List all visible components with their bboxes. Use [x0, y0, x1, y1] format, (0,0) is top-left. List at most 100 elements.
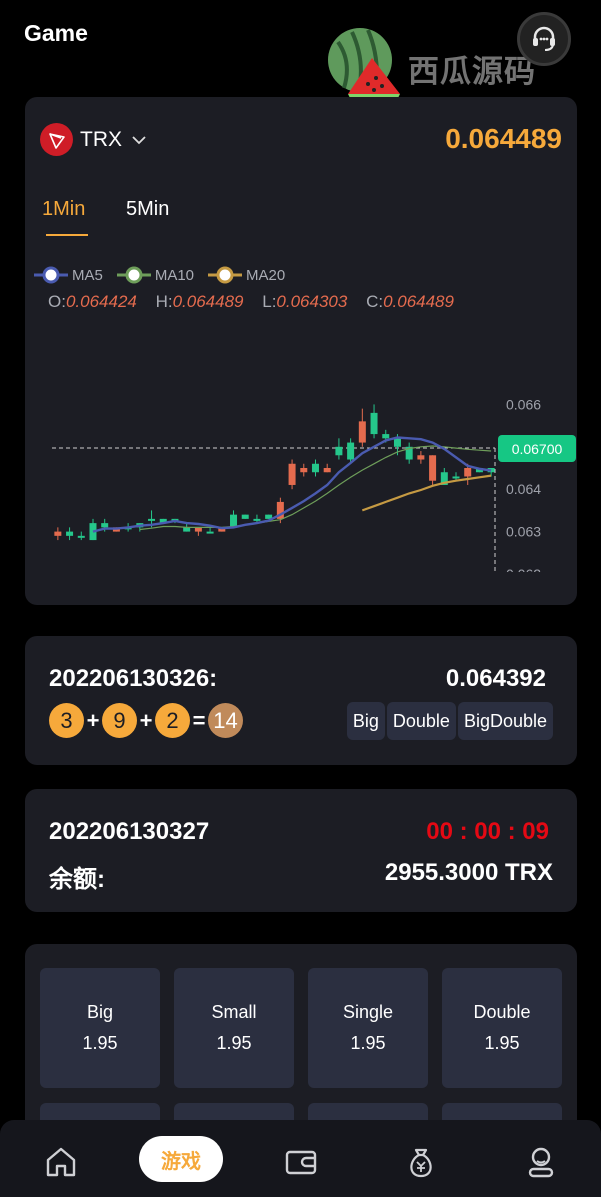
bet-option-small[interactable]: Small 1.95	[174, 968, 294, 1088]
last-result-card: 202206130326: 0.064392 3 + 9 + 2 = 14 Bi…	[25, 636, 577, 765]
last-issue-number: 202206130326:	[49, 665, 218, 692]
coin-name: TRX	[80, 127, 122, 151]
ohlc-close-label: C:	[366, 292, 384, 311]
chevron-down-icon	[132, 135, 146, 144]
legend-label: MA5	[72, 266, 103, 284]
ohlc-low-label: L:	[262, 292, 277, 311]
legend-ma20: MA20	[208, 265, 285, 285]
ma10-marker-icon	[116, 266, 151, 284]
watermelon-icon	[328, 28, 400, 98]
active-tab-indicator	[46, 234, 88, 236]
headset-icon	[533, 26, 555, 51]
candle-body	[77, 535, 85, 538]
nav-game[interactable]: 游戏	[139, 1136, 223, 1182]
result-tag: Big	[346, 702, 385, 740]
bet-option-single[interactable]: Single 1.95	[308, 968, 428, 1088]
equals-sign: =	[192, 707, 206, 733]
current-issue-number: 202206130327	[49, 818, 210, 845]
ohlc-readout: O:0.064424 H:0.064489 L:0.064303 C:0.064…	[48, 292, 454, 312]
ma-legend: MA5 MA10 MA20	[34, 265, 299, 285]
y-tick-label: 0.062	[506, 566, 541, 572]
result-ball: 3	[49, 703, 84, 738]
ohlc-open-label: O:	[48, 292, 66, 311]
bet-option-name: Double	[473, 1002, 531, 1022]
candle-body	[393, 438, 401, 447]
nav-wallet[interactable]	[281, 1142, 321, 1182]
nav-finance[interactable]	[401, 1142, 441, 1182]
current-price: 0.064489	[445, 123, 562, 154]
legend-ma10: MA10	[116, 265, 195, 285]
candle-body	[311, 463, 319, 473]
balance-label: 余额:	[49, 866, 105, 893]
candle-body	[347, 442, 355, 460]
money-bag-icon	[410, 1148, 432, 1178]
bet-option-odds: 1.95	[216, 1033, 252, 1053]
ohlc-high: 0.064489	[172, 292, 244, 311]
tab-1min[interactable]: 1Min	[42, 198, 85, 221]
result-sum: 14	[208, 703, 243, 738]
chart-card: TRX 0.064489 1Min 5Min MA5 MA10 MA20 O:0…	[25, 97, 577, 605]
bottom-nav: 游戏	[0, 1120, 601, 1197]
legend-ma5: MA5	[34, 265, 103, 285]
candle-body	[417, 455, 425, 460]
watermark-text: 西瓜源码	[408, 54, 536, 90]
nav-home[interactable]	[41, 1142, 81, 1182]
candle-body	[382, 434, 390, 439]
tab-5min[interactable]: 5Min	[126, 198, 169, 221]
bet-option-odds: 1.95	[350, 1033, 386, 1053]
nav-profile[interactable]	[521, 1142, 561, 1182]
candle-body	[464, 468, 472, 477]
legend-label: MA10	[154, 266, 195, 284]
y-tick-label: 0.066	[506, 396, 541, 412]
candle-body	[335, 446, 343, 456]
result-balls: 3 + 9 + 2 = 14	[49, 703, 243, 738]
candle-body	[429, 455, 437, 481]
ohlc-open: 0.064424	[65, 292, 137, 311]
legend-label: MA20	[246, 266, 286, 284]
candle-body	[241, 514, 249, 519]
candle-body	[323, 468, 331, 473]
candle-body	[452, 476, 460, 479]
ohlc-close: 0.064489	[383, 292, 454, 311]
coin-selector[interactable]: TRX	[40, 123, 147, 156]
last-result-price: 0.064392	[445, 665, 546, 692]
bet-option-odds: 1.95	[484, 1033, 520, 1053]
balance-value: 2955.3000 TRX	[384, 859, 553, 886]
candle-body	[253, 518, 261, 521]
y-tick-label: 0.063	[506, 524, 541, 540]
ohlc-high-label: H:	[155, 292, 173, 311]
candle-body	[288, 463, 296, 485]
result-ball: 2	[155, 703, 190, 738]
y-tick-label: 0.064	[506, 481, 541, 497]
current-issue-card: 202206130327 00 : 00 : 09 余额: 2955.3000 …	[25, 789, 577, 912]
candle-body	[206, 531, 214, 534]
candle-body	[230, 514, 238, 528]
candle-body	[358, 421, 366, 443]
candle-body	[148, 518, 156, 521]
result-ball: 9	[102, 703, 137, 738]
result-tag: Double	[386, 702, 456, 740]
bet-option-odds: 1.95	[82, 1033, 118, 1053]
plus-sign: +	[86, 707, 100, 733]
home-icon	[46, 1147, 76, 1177]
bet-option-name: Small	[211, 1002, 257, 1022]
price-tag-text: 0.06700	[512, 441, 563, 457]
trx-icon	[40, 123, 73, 156]
wallet-icon	[285, 1150, 317, 1175]
bet-option-name: Big	[86, 1002, 113, 1022]
result-tag: BigDouble	[457, 702, 553, 740]
kline-chart[interactable]: 0.0660.0650.0640.0630.06216:5717:0117:05…	[25, 332, 577, 572]
countdown-timer: 00 : 00 : 09	[426, 818, 549, 845]
bet-option-big[interactable]: Big 1.95	[40, 968, 160, 1088]
result-tags: Big Double BigDouble	[345, 702, 553, 740]
customer-support-button[interactable]	[517, 12, 571, 66]
ma20-marker-icon	[208, 266, 243, 284]
ohlc-low: 0.064303	[276, 292, 348, 311]
ma20-line	[361, 474, 492, 512]
ma5-marker-icon	[34, 266, 68, 284]
candle-body	[54, 531, 62, 536]
page-title: Game	[24, 20, 88, 46]
ma10-line	[139, 445, 492, 531]
bet-option-double[interactable]: Double 1.95	[442, 968, 562, 1088]
bet-option-name: Single	[342, 1002, 394, 1022]
